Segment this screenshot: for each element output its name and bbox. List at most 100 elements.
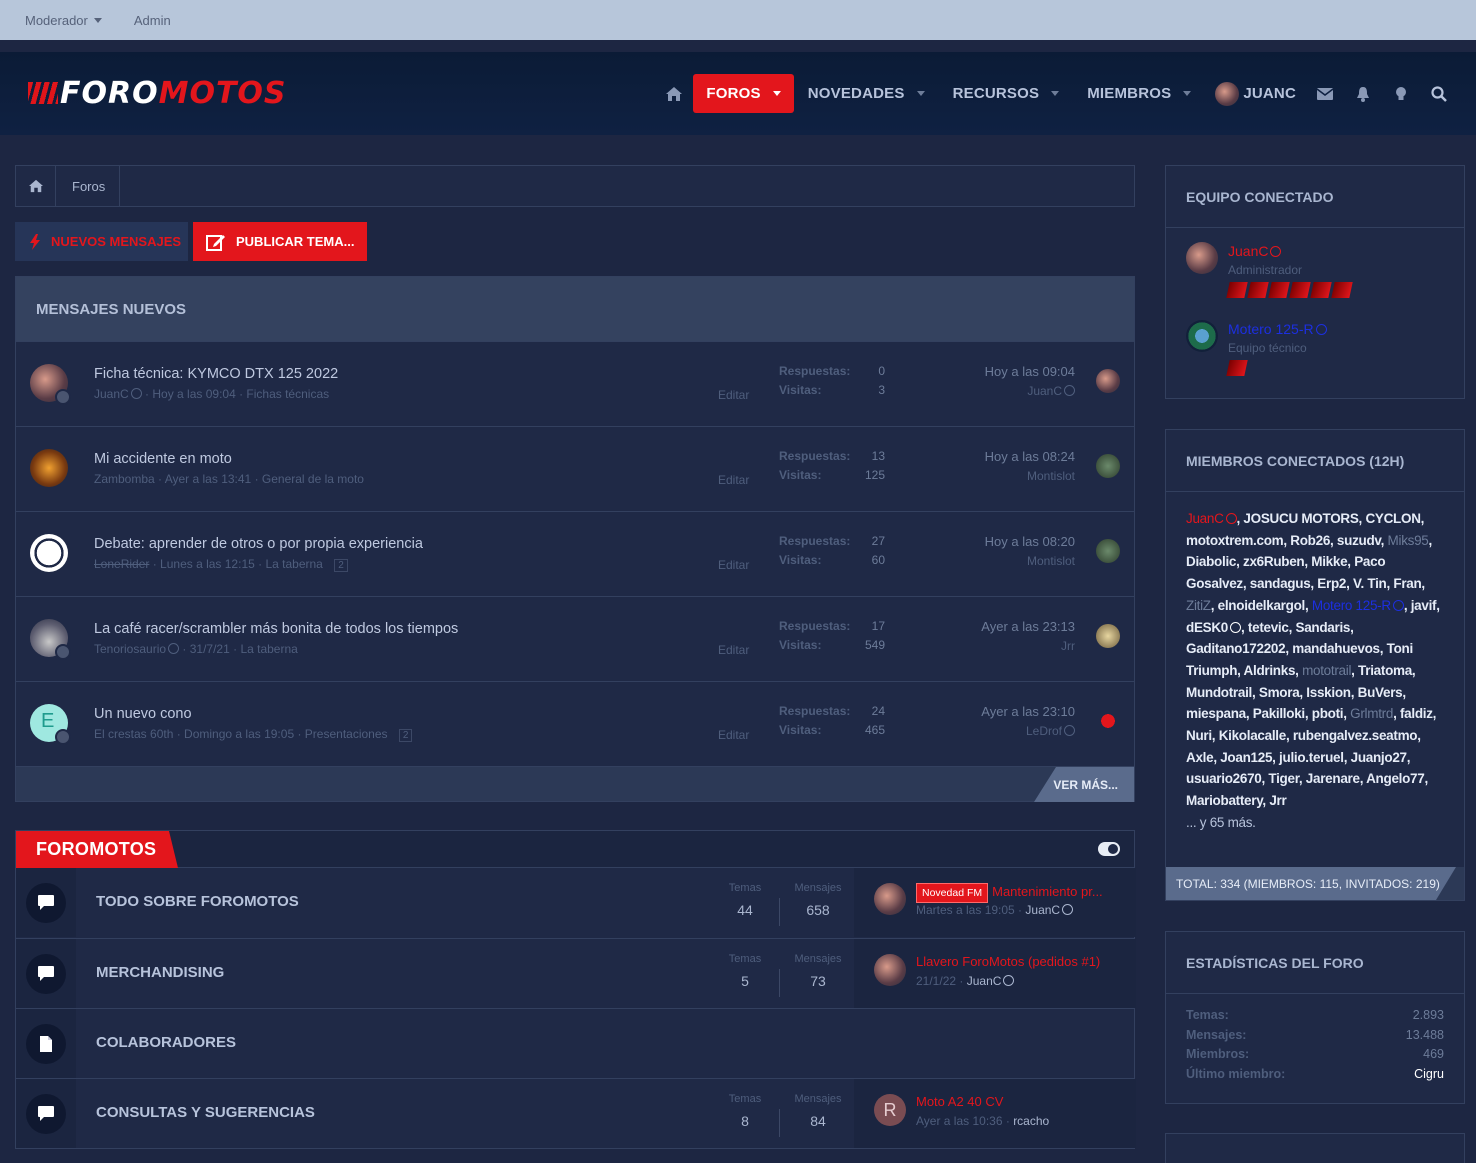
last-poster-avatar[interactable] <box>874 883 906 915</box>
thread-item[interactable]: E Un nuevo cono El crestas 60th · Doming… <box>16 681 1134 766</box>
edit-link[interactable]: Editar <box>718 643 749 657</box>
last-post-date[interactable]: Hoy a las 08:20 <box>985 534 1075 549</box>
edit-link[interactable]: Editar <box>718 558 749 572</box>
lightbulb-icon[interactable] <box>1382 74 1420 113</box>
staff-name[interactable]: Motero 125-R <box>1228 321 1327 337</box>
main-nav: FOROS NOVEDADES RECURSOS MIEMBROS JUANC <box>655 74 1458 113</box>
thread-author-avatar[interactable] <box>30 364 71 405</box>
last-post-date[interactable]: Hoy a las 09:04 <box>985 364 1075 379</box>
thread-title[interactable]: Ficha técnica: KYMCO DTX 125 2022 <box>94 366 338 382</box>
nav-novedades[interactable]: NOVEDADES <box>794 74 939 113</box>
member-link[interactable]: ZitiZ <box>1186 598 1211 613</box>
last-post-user[interactable]: Montislot <box>1027 469 1075 483</box>
last-post-meta: 21/1/22 · JuanC <box>916 974 1015 988</box>
page-link[interactable]: 2 <box>334 559 348 572</box>
thread-item[interactable]: Ficha técnica: KYMCO DTX 125 2022 JuanC … <box>16 341 1134 426</box>
last-post-date[interactable]: Ayer a las 23:13 <box>981 619 1075 634</box>
thread-item[interactable]: Debate: aprender de otros o por propia e… <box>16 511 1134 596</box>
see-more-button[interactable]: VER MÁS... <box>1034 767 1134 802</box>
site-logo[interactable]: FORO MOTOS <box>28 76 287 111</box>
publish-thread-button[interactable]: PUBLICAR TEMA... <box>193 222 367 261</box>
breadcrumb-home[interactable] <box>16 166 56 206</box>
staff-avatar[interactable] <box>1186 320 1218 352</box>
admin-link[interactable]: Admin <box>134 13 171 28</box>
edit-link[interactable]: Editar <box>718 473 749 487</box>
forum-icon-cell <box>16 868 76 937</box>
thread-last-post: Hoy a las 08:24 Montislot <box>985 449 1075 483</box>
last-post-title[interactable]: Moto A2 40 CV <box>916 1094 1003 1109</box>
last-post-user[interactable]: LeDrof <box>1026 724 1062 738</box>
verified-icon <box>1270 246 1282 257</box>
last-post-user[interactable]: JuanC <box>1027 384 1062 398</box>
stat-row: Mensajes: 13.488 <box>1186 1027 1444 1042</box>
search-icon[interactable] <box>1420 74 1458 113</box>
forum-last-post: Llavero ForoMotos (pedidos #1) 21/1/22 ·… <box>854 939 1136 1008</box>
last-post-date[interactable]: Hoy a las 08:24 <box>985 449 1075 464</box>
staff-name[interactable]: JuanC <box>1228 243 1282 259</box>
forum-stats-block: ESTADÍSTICAS DEL FORO Temas: 2.893 Mensaje… <box>1165 931 1465 1104</box>
forum-row[interactable]: CONSULTAS Y SUGERENCIAS Temas 8 Mensajes 8… <box>16 1078 1136 1148</box>
last-post-meta: Ayer a las 10:36 · rcacho <box>916 1114 1050 1128</box>
thread-author-avatar[interactable] <box>30 449 68 487</box>
rank-bars <box>1226 282 1353 298</box>
thread-author-avatar[interactable] <box>30 619 71 660</box>
last-poster-avatar[interactable] <box>1096 369 1120 393</box>
forum-name[interactable]: TODO SOBRE FOROMOTOS <box>96 893 299 910</box>
last-poster-avatar[interactable] <box>1096 709 1120 733</box>
category-title[interactable]: FOROMOTOS <box>16 831 178 868</box>
logo-stripes <box>28 82 58 104</box>
nav-miembros[interactable]: MIEMBROS <box>1073 74 1205 113</box>
staff-member[interactable]: JuanC Administrador <box>1166 228 1464 306</box>
nav-user[interactable]: JUANC <box>1205 74 1306 113</box>
last-post-user[interactable]: Jrr <box>1061 639 1075 653</box>
members-online-list: JuanC, JOSUCU MOTORS, CYCLON, motoxtrem.… <box>1186 511 1440 830</box>
forum-row[interactable]: COLABORADORES <box>16 1008 1134 1078</box>
last-post-user[interactable]: Montislot <box>1027 554 1075 568</box>
forum-name[interactable]: MERCHANDISING <box>96 964 224 981</box>
forum-row[interactable]: TODO SOBRE FOROMOTOS Temas 44 Mensajes 658… <box>16 868 1136 938</box>
nav-foros[interactable]: FOROS <box>693 74 794 113</box>
thread-title[interactable]: La café racer/scrambler más bonita de to… <box>94 621 458 637</box>
forum-list: TODO SOBRE FOROMOTOS Temas 44 Mensajes 658… <box>16 868 1136 1148</box>
member-link[interactable]: Grlmtrd <box>1350 706 1393 721</box>
collapse-toggle[interactable] <box>1098 842 1120 856</box>
thread-title[interactable]: Debate: aprender de otros o por propia e… <box>94 536 423 552</box>
thread-title[interactable]: Un nuevo cono <box>94 706 192 722</box>
forum-name[interactable]: COLABORADORES <box>96 1034 236 1051</box>
thread-title[interactable]: Mi accidente en moto <box>94 451 232 467</box>
forum-icon-cell <box>16 1079 76 1148</box>
forum-name[interactable]: CONSULTAS Y SUGERENCIAS <box>96 1104 315 1121</box>
new-posts-panel: MENSAJES NUEVOS Ficha técnica: KYMCO DTX… <box>15 276 1135 802</box>
nav-recursos[interactable]: RECURSOS <box>939 74 1074 113</box>
last-post-date[interactable]: Ayer a las 23:10 <box>981 704 1075 719</box>
last-poster-avatar[interactable] <box>1096 454 1120 478</box>
bell-icon[interactable] <box>1344 74 1382 113</box>
forum-row[interactable]: MERCHANDISING Temas 5 Mensajes 73 Llavero … <box>16 938 1136 1008</box>
moderator-menu[interactable]: Moderador <box>25 13 102 28</box>
edit-link[interactable]: Editar <box>718 728 749 742</box>
member-link[interactable]: mototrail <box>1302 663 1351 678</box>
last-poster-avatar[interactable] <box>1096 539 1120 563</box>
member-link[interactable]: Miks95 <box>1388 533 1429 548</box>
last-post-title[interactable]: Novedad FM Mantenimiento pr... <box>916 883 1103 903</box>
last-poster-avatar[interactable] <box>874 954 906 986</box>
staff-member[interactable]: Motero 125-R Equipo técnico <box>1166 306 1464 384</box>
thread-item[interactable]: Mi accidente en moto Zambomba · Ayer a l… <box>16 426 1134 511</box>
thread-author-avatar[interactable] <box>30 534 68 572</box>
thread-author-avatar[interactable]: E <box>30 704 71 745</box>
last-poster-avatar[interactable]: R <box>874 1094 906 1126</box>
new-messages-button[interactable]: NUEVOS MENSAJES <box>15 222 188 261</box>
home-icon[interactable] <box>655 74 693 113</box>
member-link[interactable]: JuanC <box>1186 511 1237 526</box>
forum-messages: Mensajes 73 <box>794 953 842 989</box>
top-bar: Moderador Admin <box>0 0 1476 40</box>
breadcrumb-foros[interactable]: Foros <box>56 166 121 206</box>
last-post-title[interactable]: Llavero ForoMotos (pedidos #1) <box>916 954 1100 969</box>
envelope-icon[interactable] <box>1306 74 1344 113</box>
member-link[interactable]: Motero 125-R <box>1312 598 1404 613</box>
last-poster-avatar[interactable] <box>1096 624 1120 648</box>
edit-link[interactable]: Editar <box>718 388 749 402</box>
staff-avatar[interactable] <box>1186 242 1218 274</box>
page-link[interactable]: 2 <box>398 729 413 742</box>
thread-item[interactable]: La café racer/scrambler más bonita de to… <box>16 596 1134 681</box>
